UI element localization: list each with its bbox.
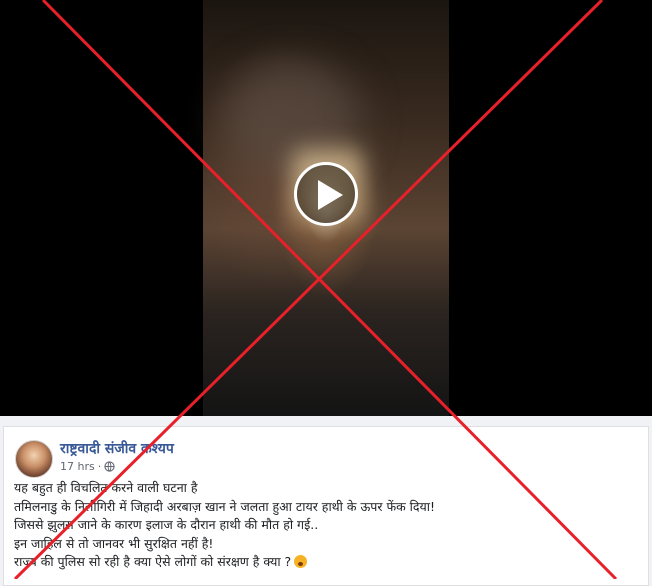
play-button[interactable] xyxy=(294,162,358,226)
facebook-post: राष्ट्रवादी संजीव कश्यप 17 hrs · यह बहुत… xyxy=(3,426,649,586)
play-icon xyxy=(318,180,343,210)
meta-separator: · xyxy=(97,460,102,473)
surprised-face-icon xyxy=(294,555,308,568)
post-body: यह बहुत ही विचलित करने वाली घटना है तमिल… xyxy=(14,479,435,572)
video-player[interactable] xyxy=(0,0,652,416)
post-line-last: राज्य की पुलिस सो रही है क्या ऐसे लोगों … xyxy=(14,553,435,572)
post-line: तमिलनाडु के निलीगिरी में जिहादी अरबाज़ ख… xyxy=(14,498,436,514)
post-line: यह बहुत ही विचलित करने वाली घटना है xyxy=(14,480,198,495)
post-meta: 17 hrs · xyxy=(60,460,115,473)
post-timestamp[interactable]: 17 hrs xyxy=(60,460,95,473)
post-line: राज्य की पुलिस सो रही है क्या ऐसे लोगों … xyxy=(14,554,292,569)
author-name[interactable]: राष्ट्रवादी संजीव कश्यप xyxy=(60,439,174,458)
avatar[interactable] xyxy=(15,440,53,478)
post-line: इन जाहिल से तो जानवर भी सुरक्षित नहीं है… xyxy=(14,535,214,551)
post-line: जिससे झुलस जाने के कारण इलाज के दौरान हा… xyxy=(14,517,319,532)
globe-icon xyxy=(104,461,115,472)
